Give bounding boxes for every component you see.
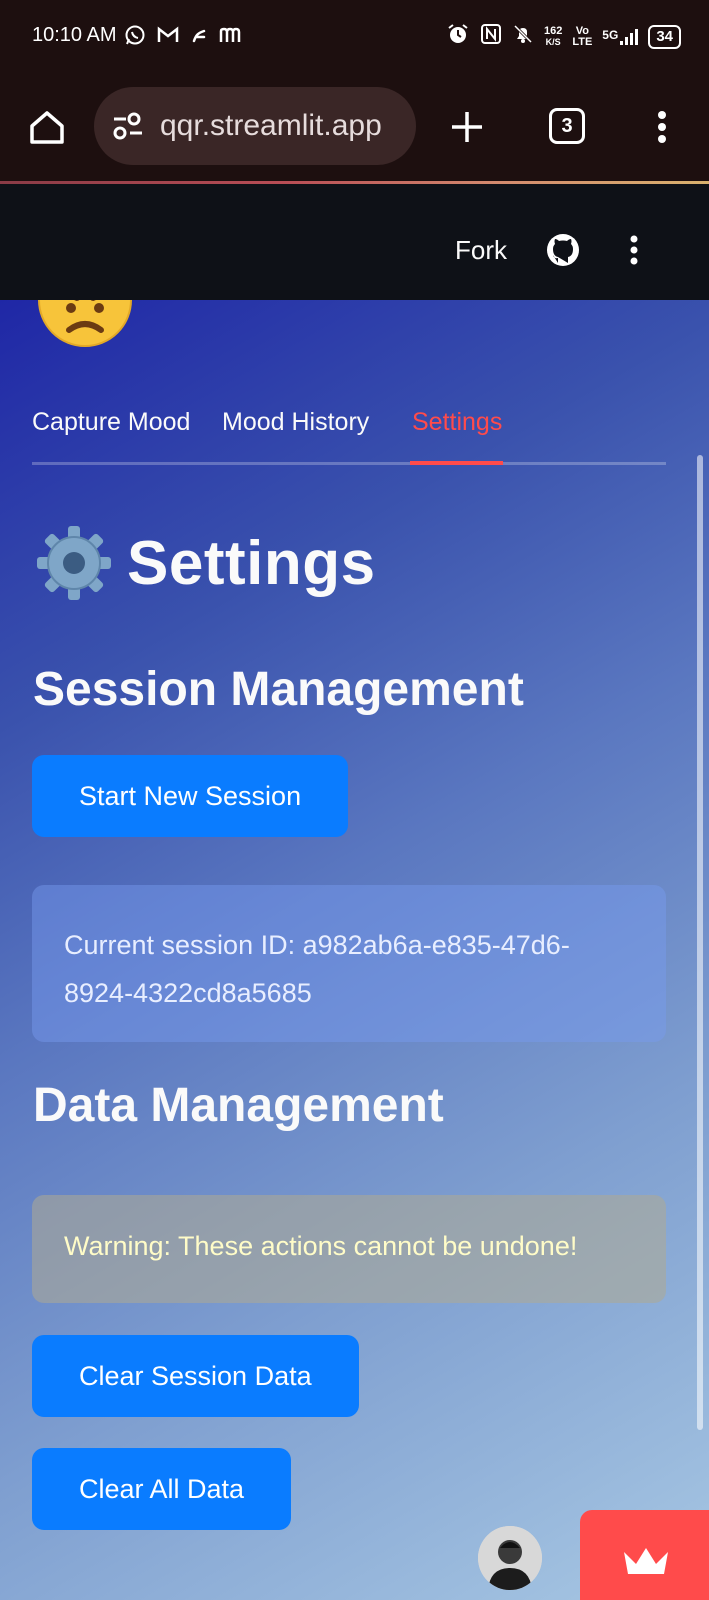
alarm-icon xyxy=(446,22,470,52)
system-icons: 162 K/S Vo LTE 5G 34 xyxy=(446,22,681,52)
tab-bar: Capture Mood Mood History Settings xyxy=(32,396,666,468)
m-app-icon xyxy=(218,25,242,51)
app-menu-button[interactable] xyxy=(624,233,644,267)
status-time: 10:10 AM xyxy=(32,24,117,46)
browser-menu-button[interactable] xyxy=(652,106,672,148)
volte-bottom: LTE xyxy=(572,36,593,48)
net-speed-unit: K/S xyxy=(545,37,561,47)
tab-mood-history[interactable]: Mood History xyxy=(222,408,369,437)
gear-icon xyxy=(37,526,111,600)
start-new-session-button[interactable]: Start New Session xyxy=(32,755,349,837)
notification-icons xyxy=(124,24,242,52)
signal-icon: 5G xyxy=(602,28,639,45)
more-vert-icon xyxy=(658,111,666,143)
tab-capture-mood[interactable]: Capture Mood xyxy=(32,408,190,437)
clear-all-data-button[interactable]: Clear All Data xyxy=(32,1448,292,1530)
angry-face-emoji xyxy=(38,300,132,347)
tab-bar-divider xyxy=(32,462,666,465)
page-title-text: Settings xyxy=(127,528,376,598)
streamlit-header: Fork xyxy=(0,184,709,300)
home-icon xyxy=(30,111,64,144)
user-avatar-image xyxy=(478,1526,542,1590)
streamlit-badge[interactable] xyxy=(580,1510,709,1600)
session-management-heading: Session Management xyxy=(33,663,524,716)
data-management-heading: Data Management xyxy=(33,1079,444,1132)
github-icon[interactable] xyxy=(546,233,580,267)
tab-switcher-button[interactable]: 3 xyxy=(549,108,585,144)
avatar[interactable] xyxy=(478,1526,542,1590)
status-bar: 10:10 AM 162 K/S Vo LTE 5G 34 xyxy=(0,0,709,78)
browser-toolbar: qqr.streamlit.app 3 xyxy=(0,78,709,184)
scrollbar[interactable] xyxy=(697,455,703,1430)
net-speed: 162 K/S xyxy=(544,26,562,48)
active-tab-indicator xyxy=(410,461,503,465)
more-vert-icon xyxy=(630,235,638,265)
bell-muted-icon xyxy=(512,23,534,51)
whatsapp-icon xyxy=(124,24,146,52)
warning-box: Warning: These actions cannot be undone! xyxy=(32,1195,666,1303)
battery-indicator: 34 xyxy=(648,25,681,49)
crown-icon xyxy=(624,1548,668,1574)
volte-indicator: Vo LTE xyxy=(572,26,592,48)
new-tab-button[interactable] xyxy=(446,106,488,148)
url-text[interactable]: qqr.streamlit.app xyxy=(160,109,406,143)
fork-link[interactable]: Fork xyxy=(455,235,507,266)
clear-session-data-button[interactable]: Clear Session Data xyxy=(32,1335,359,1417)
home-button[interactable] xyxy=(26,106,68,148)
net-speed-value: 162 xyxy=(543,25,563,37)
gmail-icon xyxy=(156,25,180,51)
network-type: 5G xyxy=(602,28,619,42)
plus-icon xyxy=(452,112,482,142)
site-settings-icon[interactable] xyxy=(112,112,144,140)
page-title: Settings xyxy=(33,522,376,604)
app-content: Capture Mood Mood History Settings Setti… xyxy=(0,300,709,1600)
nfc-icon xyxy=(480,23,502,51)
session-info-box: Current session ID: a982ab6a-e835-47d6-8… xyxy=(32,885,666,1042)
address-bar[interactable]: qqr.streamlit.app xyxy=(94,87,416,165)
fitbit-icon xyxy=(190,25,208,51)
tab-settings[interactable]: Settings xyxy=(412,408,502,437)
